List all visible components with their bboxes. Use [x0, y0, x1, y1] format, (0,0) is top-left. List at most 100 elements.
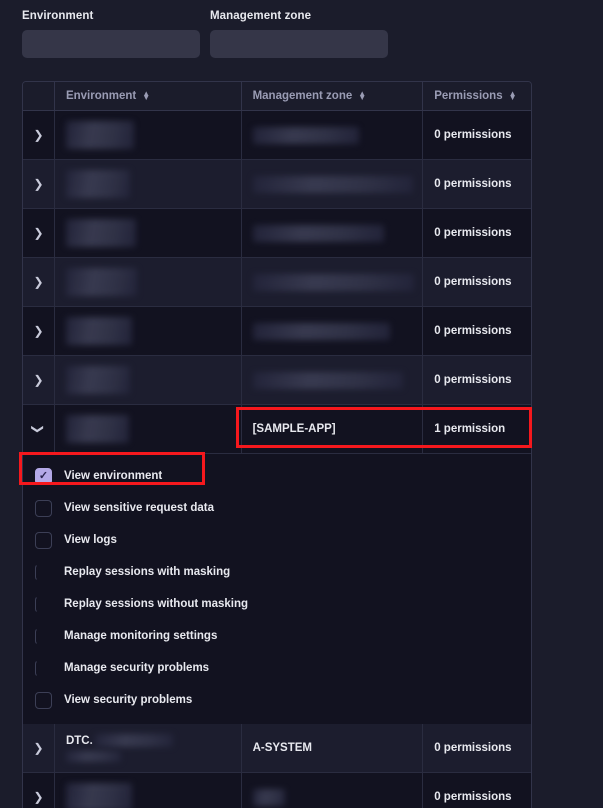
cell-management-zone: [SAMPLE-APP]	[240, 405, 423, 453]
cell-management-zone	[240, 773, 423, 808]
permission-item[interactable]: View security problems	[23, 684, 531, 716]
permission-item[interactable]: Replay sessions with masking	[23, 556, 531, 588]
checkbox-checked-icon[interactable]	[35, 467, 52, 485]
redacted-block	[65, 268, 137, 296]
management-zone-name: [SAMPLE-APP]	[252, 423, 336, 435]
row-expand-toggle[interactable]: ❯	[23, 724, 54, 772]
permission-item[interactable]: Manage security problems	[23, 652, 531, 684]
row-expand-toggle[interactable]: ❯	[23, 160, 54, 208]
sort-updown-icon[interactable]: ▲ ▼	[509, 90, 517, 102]
permission-item[interactable]: View logs	[23, 524, 531, 556]
sort-updown-icon[interactable]: ▲ ▼	[142, 90, 150, 102]
redacted-block	[65, 415, 129, 443]
cell-permissions: 0 permissions	[422, 307, 531, 355]
cell-management-zone	[240, 209, 423, 257]
permission-label: View environment	[64, 470, 163, 482]
permission-label: View logs	[64, 534, 117, 546]
checkbox-unchecked-icon[interactable]	[35, 595, 52, 613]
cell-environment	[53, 209, 241, 257]
table-row[interactable]: ❯ 0 permissions	[23, 111, 531, 160]
permission-item[interactable]: View sensitive request data	[23, 492, 531, 524]
filter-management-zone-label: Management zone	[210, 10, 312, 22]
cell-environment	[53, 773, 241, 808]
table-row[interactable]: ❯ [SAMPLE-APP] 1 permission	[23, 405, 531, 454]
filter-environment-label: Environment	[22, 10, 94, 22]
row-expand-toggle[interactable]: ❯	[23, 258, 54, 306]
chevron-right-icon[interactable]: ❯	[32, 177, 44, 191]
checkbox-unchecked-icon[interactable]	[35, 531, 52, 549]
row-expand-toggle[interactable]: ❯	[23, 307, 54, 355]
redacted-block	[65, 783, 132, 808]
chevron-right-icon[interactable]: ❯	[32, 741, 44, 755]
permissions-count: 0 permissions	[434, 129, 512, 141]
table-row[interactable]: ❯ 0 permissions	[23, 209, 531, 258]
redacted-block	[65, 751, 121, 762]
table-row[interactable]: ❯ 0 permissions	[23, 160, 531, 209]
management-zone-filter-input[interactable]	[210, 30, 388, 58]
redacted-block	[252, 224, 384, 242]
cell-environment	[53, 111, 241, 159]
checkbox-unchecked-icon[interactable]	[35, 691, 52, 709]
table-header-permissions-label: Permissions	[434, 90, 503, 102]
cell-permissions: 0 permissions	[422, 258, 531, 306]
row-expand-toggle[interactable]: ❯	[23, 773, 54, 808]
permission-label: Replay sessions without masking	[64, 598, 249, 610]
table-body: ❯ 0 permissions ❯ 0 permissions ❯ 0 permissio…	[23, 111, 531, 808]
cell-environment	[53, 405, 241, 453]
redacted-block	[65, 219, 136, 247]
table-row[interactable]: ❯ 0 permissions	[23, 773, 531, 808]
permission-label: View security problems	[64, 694, 193, 706]
redacted-block	[252, 273, 414, 291]
cell-permissions: 0 permissions	[422, 160, 531, 208]
cell-permissions: 1 permission	[422, 405, 531, 453]
checkbox-unchecked-icon[interactable]	[35, 499, 52, 517]
row-expand-toggle[interactable]: ❯	[23, 111, 54, 159]
cell-permissions: 0 permissions	[422, 209, 531, 257]
redacted-block	[65, 366, 130, 394]
table-header-management-zone-label: Management zone	[252, 90, 353, 102]
cell-environment	[53, 160, 241, 208]
chevron-right-icon[interactable]: ❯	[32, 790, 44, 804]
redacted-block	[252, 322, 390, 340]
chevron-right-icon[interactable]: ❯	[32, 373, 44, 387]
table-row[interactable]: ❯ 0 permissions	[23, 307, 531, 356]
environment-name: DTC.	[65, 734, 93, 747]
table-header-management-zone[interactable]: Management zone ▲ ▼	[240, 82, 423, 110]
redacted-block	[65, 170, 130, 198]
permission-item[interactable]: Manage monitoring settings	[23, 620, 531, 652]
cell-environment	[53, 307, 241, 355]
row-expand-toggle[interactable]: ❯	[23, 209, 54, 257]
row-expand-toggle[interactable]: ❯	[23, 356, 54, 404]
table-header-environment[interactable]: Environment ▲ ▼	[53, 82, 241, 110]
row-expand-toggle[interactable]: ❯	[23, 405, 54, 453]
permission-item[interactable]: View environment	[23, 460, 531, 492]
permissions-count: 0 permissions	[434, 178, 512, 190]
table-row[interactable]: ❯ 0 permissions	[23, 356, 531, 405]
table-row[interactable]: ❯ DTC. A-SYSTEM 0 permissions	[23, 724, 531, 773]
chevron-right-icon[interactable]: ❯	[32, 324, 44, 338]
chevron-right-icon[interactable]: ❯	[32, 226, 44, 240]
checkbox-unchecked-icon[interactable]	[35, 659, 52, 677]
filter-bar: Environment Management zone	[0, 0, 603, 58]
permission-label: Manage security problems	[64, 662, 210, 674]
redacted-block	[252, 371, 403, 389]
cell-environment	[53, 258, 241, 306]
chevron-right-icon[interactable]: ❯	[32, 128, 44, 142]
redacted-block	[252, 175, 413, 193]
table-header-permissions[interactable]: Permissions ▲ ▼	[422, 82, 531, 110]
permission-item[interactable]: Replay sessions without masking	[23, 588, 531, 620]
sort-updown-icon[interactable]: ▲ ▼	[358, 90, 366, 102]
permission-label: Replay sessions with masking	[64, 566, 231, 578]
table-row[interactable]: ❯ 0 permissions	[23, 258, 531, 307]
environment-filter-input[interactable]	[22, 30, 200, 58]
management-zone-name: A-SYSTEM	[252, 742, 312, 754]
chevron-down-icon[interactable]: ❯	[31, 423, 45, 435]
chevron-right-icon[interactable]: ❯	[32, 275, 44, 289]
cell-management-zone: A-SYSTEM	[240, 724, 423, 772]
checkbox-unchecked-icon[interactable]	[35, 563, 52, 581]
table-header-row: Environment ▲ ▼ Management zone ▲ ▼ Permis…	[23, 82, 531, 111]
checkbox-unchecked-icon[interactable]	[35, 627, 52, 645]
permissions-panel: View environment View sensitive request d…	[23, 454, 531, 724]
permission-label: Manage monitoring settings	[64, 630, 218, 642]
permissions-count: 0 permissions	[434, 791, 512, 803]
